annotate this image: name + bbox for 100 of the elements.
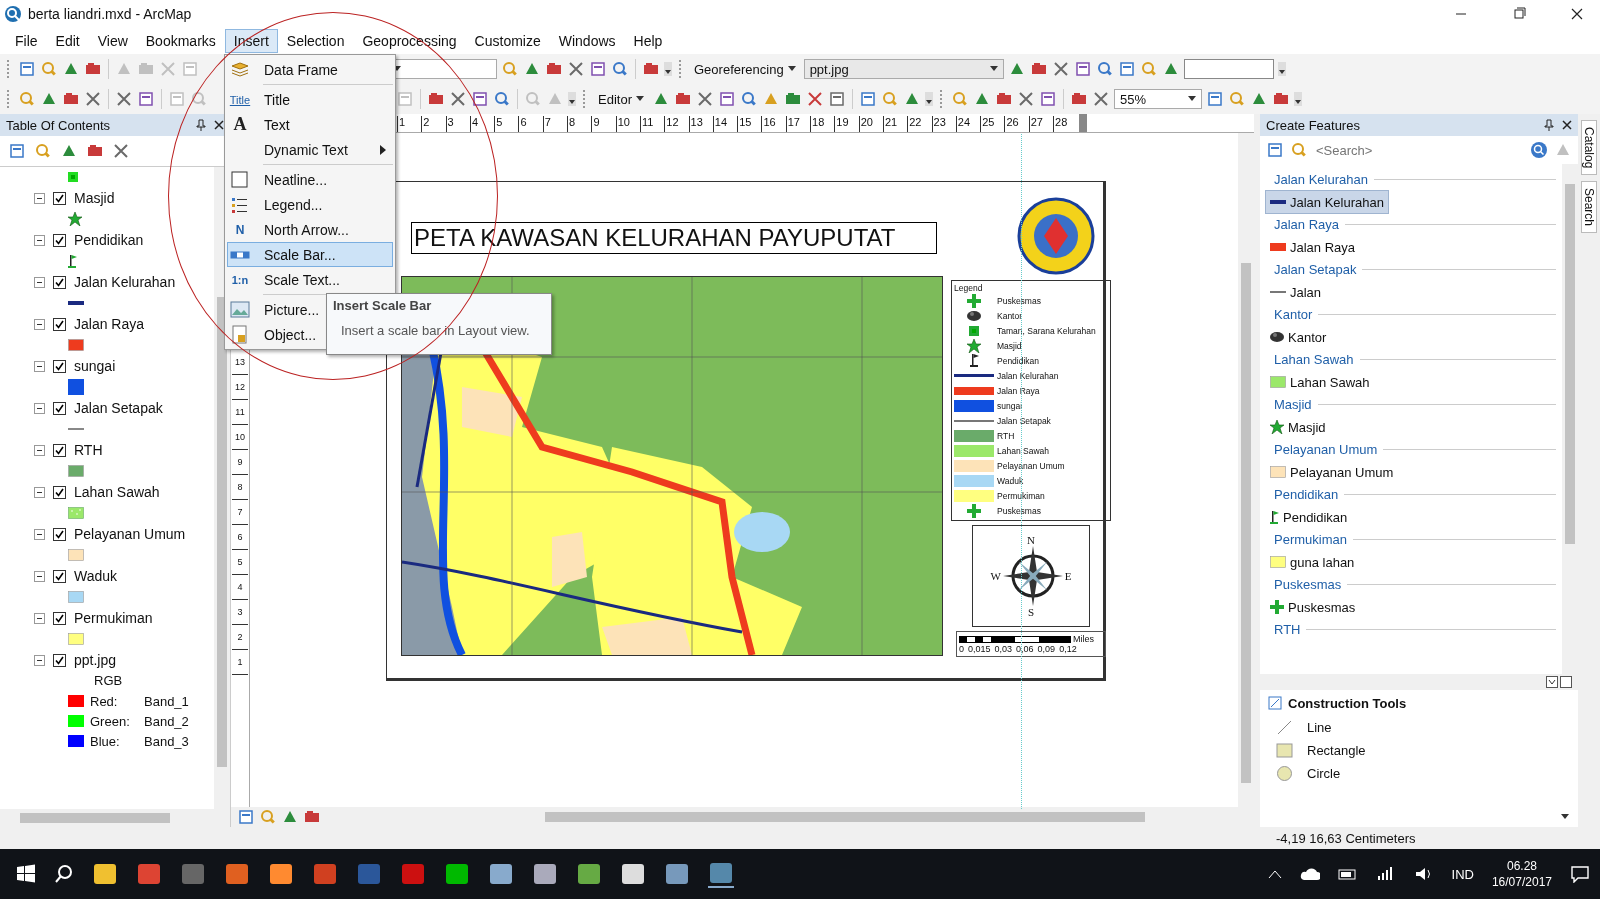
tool-icon[interactable] [1038, 90, 1057, 108]
tool-icon[interactable] [717, 90, 736, 108]
layer-name[interactable]: Waduk [74, 568, 118, 584]
app-icon[interactable] [444, 861, 470, 887]
checkbox[interactable] [53, 317, 66, 331]
overflow-icon[interactable] [568, 92, 576, 106]
menu-item[interactable]: Title Title [227, 87, 393, 112]
layer-name[interactable]: Pelayanan Umum [74, 526, 186, 542]
pin-icon[interactable] [1544, 119, 1554, 131]
collapse-icon[interactable] [34, 276, 45, 288]
feature-template[interactable]: Jalan Raya [1266, 236, 1360, 258]
tool-icon[interactable] [190, 90, 208, 108]
tool-icon[interactable] [1117, 60, 1136, 78]
collapse-icon[interactable] [34, 528, 45, 540]
tool-icon[interactable] [493, 90, 511, 108]
side-tab[interactable]: Search [1581, 181, 1597, 234]
collapse-icon[interactable] [34, 444, 45, 456]
menu-item[interactable]: Customize [465, 29, 550, 53]
menu-item[interactable]: Bookmarks [136, 29, 225, 53]
layer-name[interactable]: Masjid [74, 190, 115, 206]
menu-item[interactable]: 1:n Scale Text... [227, 267, 393, 292]
collapse-icon[interactable] [34, 612, 45, 624]
checkbox[interactable] [53, 233, 66, 247]
close-icon[interactable] [214, 120, 224, 130]
checkbox[interactable] [53, 527, 66, 541]
layer-name[interactable]: ppt.jpg [74, 652, 117, 668]
layer-name[interactable]: RTH [74, 442, 103, 458]
tool-icon[interactable] [1205, 90, 1224, 108]
layer-name[interactable]: Lahan Sawah [74, 484, 160, 500]
collapse-icon[interactable] [34, 654, 45, 666]
tool-icon[interactable] [1091, 90, 1110, 108]
tool-icon[interactable] [567, 60, 585, 78]
app-icon[interactable] [488, 861, 514, 887]
tool-icon[interactable] [471, 90, 489, 108]
scrollbar[interactable] [0, 809, 230, 827]
collapse-icon[interactable] [34, 192, 45, 204]
tool-icon[interactable] [112, 142, 130, 160]
tool-icon[interactable] [8, 142, 26, 160]
menu-item[interactable]: N North Arrow... [227, 217, 393, 242]
checkbox[interactable] [53, 275, 66, 289]
app-icon[interactable] [92, 861, 118, 887]
checkbox[interactable] [53, 653, 66, 667]
tool-icon[interactable] [18, 60, 36, 78]
collapse-icon[interactable] [34, 318, 45, 330]
app-icon[interactable] [620, 861, 646, 887]
tool-item[interactable]: Circle [1276, 762, 1578, 785]
menu-item[interactable]: Scale Bar... [227, 242, 393, 267]
tool-icon[interactable] [1051, 60, 1070, 78]
tool-icon[interactable] [858, 90, 877, 108]
app-icon[interactable] [664, 861, 690, 887]
tool-icon[interactable] [237, 808, 255, 826]
layer-name[interactable]: Pendidikan [74, 232, 144, 248]
layer-dropdown[interactable]: ppt.jpg [803, 59, 1004, 79]
overflow-icon[interactable] [1293, 92, 1302, 106]
feature-template[interactable]: Masjid [1266, 416, 1330, 438]
layer-name[interactable]: Jalan Setapak [74, 400, 163, 416]
layer-name[interactable]: sungai [74, 358, 116, 374]
checkbox[interactable] [53, 359, 66, 373]
overflow-icon[interactable] [924, 92, 933, 106]
feature-template[interactable]: Jalan Kelurahan [1266, 191, 1388, 213]
close-icon[interactable] [1562, 120, 1572, 130]
feature-template[interactable]: Puskesmas [1266, 596, 1360, 618]
side-tab[interactable]: Catalog [1581, 120, 1597, 176]
tool-icon[interactable] [1016, 90, 1035, 108]
menu-item[interactable]: View [88, 29, 137, 53]
collapse-icon[interactable] [34, 234, 45, 246]
tool-item[interactable]: Line [1276, 716, 1578, 739]
app-icon[interactable] [532, 861, 558, 887]
tool-icon[interactable] [827, 90, 846, 108]
menu-item[interactable]: Dynamic Text [227, 137, 393, 162]
layer-name[interactable]: Jalan Kelurahan [74, 274, 176, 290]
scrollbar[interactable] [1238, 133, 1254, 807]
collapse-icon[interactable] [34, 402, 45, 414]
feature-template[interactable]: guna lahan [1266, 551, 1359, 573]
collapse-icon[interactable] [34, 360, 45, 372]
feature-template[interactable]: Jalan [1266, 281, 1326, 303]
windows-start-icon[interactable] [16, 864, 36, 884]
zoom-dropdown[interactable]: 55% [1113, 89, 1202, 109]
feature-template[interactable]: Pendidikan [1266, 506, 1352, 528]
feature-template[interactable]: Pelayanan Umum [1266, 461, 1398, 483]
notification-icon[interactable] [1570, 865, 1590, 883]
chevron-up-icon[interactable] [1267, 869, 1282, 879]
overflow-icon[interactable] [1277, 62, 1286, 76]
checkbox[interactable] [53, 569, 66, 583]
language-indicator[interactable]: IND [1451, 866, 1474, 882]
menu-item[interactable]: Legend... [227, 192, 393, 217]
layer-name[interactable]: Permukiman [74, 610, 153, 626]
clock[interactable]: 06.28 16/07/2017 [1491, 858, 1552, 890]
panel-controls-icon[interactable] [1546, 676, 1574, 688]
app-icon[interactable] [576, 861, 602, 887]
menu-item[interactable]: A Text [227, 112, 393, 137]
tool-icon[interactable] [1095, 60, 1114, 78]
tool-icon[interactable] [695, 90, 714, 108]
tool-icon[interactable] [449, 90, 467, 108]
menu-item[interactable]: Edit [46, 29, 89, 53]
tool-icon[interactable] [611, 60, 629, 78]
tool-icon[interactable] [739, 90, 758, 108]
checkbox[interactable] [53, 443, 66, 457]
document-icon[interactable] [400, 861, 426, 887]
tool-icon[interactable] [84, 90, 102, 108]
